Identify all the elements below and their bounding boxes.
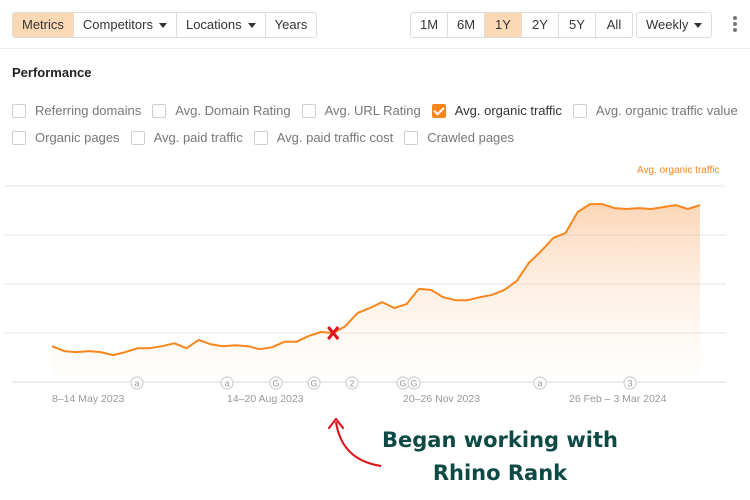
x-tick-label: 20–26 Nov 2023 — [403, 393, 480, 405]
data-point[interactable] — [294, 339, 300, 345]
data-point[interactable] — [404, 301, 410, 307]
data-point[interactable] — [575, 209, 581, 215]
event-marker[interactable]: G — [307, 376, 321, 390]
event-marker-glyph: a — [537, 379, 542, 389]
data-point[interactable] — [440, 294, 446, 300]
data-point[interactable] — [587, 201, 593, 207]
x-tick-label: 26 Feb – 3 Mar 2024 — [569, 393, 667, 405]
data-point[interactable] — [232, 342, 238, 348]
data-point[interactable] — [367, 305, 373, 311]
event-marker[interactable]: 3 — [623, 376, 637, 390]
event-marker-glyph: 3 — [627, 379, 632, 389]
area-fill — [52, 204, 700, 382]
data-point[interactable] — [49, 343, 55, 349]
event-marker-glyph: G — [399, 379, 406, 389]
data-point[interactable] — [355, 310, 361, 316]
data-point[interactable] — [220, 343, 226, 349]
data-point[interactable] — [245, 343, 251, 349]
data-point[interactable] — [563, 230, 569, 236]
data-point[interactable] — [624, 206, 630, 212]
data-point[interactable] — [685, 206, 691, 212]
data-point[interactable] — [697, 202, 703, 208]
data-point[interactable] — [636, 205, 642, 211]
data-point[interactable] — [648, 206, 654, 212]
data-point[interactable] — [208, 341, 214, 347]
annotation-line-1: Began working with — [382, 428, 618, 452]
data-point[interactable] — [122, 349, 128, 355]
data-point[interactable] — [73, 349, 79, 355]
event-marker[interactable]: a — [533, 376, 547, 390]
data-point[interactable] — [306, 333, 312, 339]
event-marker[interactable]: G — [407, 376, 421, 390]
data-point[interactable] — [171, 340, 177, 346]
data-point[interactable] — [611, 205, 617, 211]
event-marker-glyph: a — [224, 379, 229, 389]
data-point[interactable] — [477, 294, 483, 300]
data-point[interactable] — [526, 260, 532, 266]
x-tick-label: 14–20 Aug 2023 — [227, 393, 304, 405]
data-point[interactable] — [196, 337, 202, 343]
data-point[interactable] — [281, 339, 287, 345]
data-point[interactable] — [538, 248, 544, 254]
data-point[interactable] — [550, 235, 556, 241]
data-point[interactable] — [452, 297, 458, 303]
data-point[interactable] — [660, 204, 666, 210]
data-point[interactable] — [514, 278, 520, 284]
data-point[interactable] — [98, 349, 104, 355]
data-point[interactable] — [183, 345, 189, 351]
data-point[interactable] — [465, 297, 471, 303]
event-marker[interactable]: a — [220, 376, 234, 390]
event-marker-glyph: G — [272, 379, 279, 389]
data-point[interactable] — [86, 348, 92, 354]
data-point[interactable] — [673, 202, 679, 208]
data-point[interactable] — [257, 346, 263, 352]
data-point[interactable] — [489, 292, 495, 298]
event-marker-glyph: 2 — [349, 379, 354, 389]
data-point[interactable] — [428, 287, 434, 293]
x-tick-label: 8–14 May 2023 — [52, 393, 125, 405]
data-point[interactable] — [416, 286, 422, 292]
data-point[interactable] — [599, 201, 605, 207]
data-point[interactable] — [110, 352, 116, 358]
data-point[interactable] — [379, 299, 385, 305]
data-point[interactable] — [501, 287, 507, 293]
event-marker[interactable]: G — [396, 376, 410, 390]
data-point[interactable] — [269, 344, 275, 350]
data-point[interactable] — [147, 345, 153, 351]
data-point[interactable] — [318, 329, 324, 335]
data-point[interactable] — [159, 343, 165, 349]
data-point[interactable] — [61, 348, 67, 354]
event-marker-glyph: G — [310, 379, 317, 389]
event-marker-glyph: G — [410, 379, 417, 389]
event-marker-glyph: a — [134, 379, 139, 389]
annotation-text: Began working with Rhino Rank — [370, 424, 630, 490]
event-marker[interactable]: 2 — [345, 376, 359, 390]
annotation-line-2: Rhino Rank — [432, 461, 568, 485]
data-point[interactable] — [135, 345, 141, 351]
event-marker[interactable]: G — [269, 376, 283, 390]
data-point[interactable] — [391, 305, 397, 311]
data-point[interactable] — [342, 323, 348, 329]
event-marker[interactable]: a — [130, 376, 144, 390]
